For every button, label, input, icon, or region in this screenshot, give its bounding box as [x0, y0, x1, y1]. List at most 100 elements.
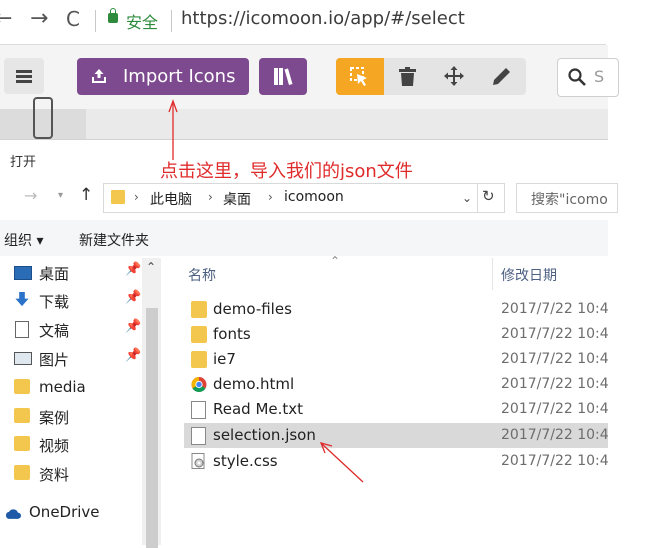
- cloud-icon: [6, 509, 21, 519]
- trash-icon: [399, 67, 416, 86]
- folder-icon: [14, 379, 30, 394]
- nav-item-label: OneDrive: [29, 503, 100, 521]
- hamburger-icon: [16, 75, 32, 78]
- nav-item-label: 案例: [39, 409, 70, 427]
- mobile-icon: [33, 97, 53, 139]
- pencil-icon: [493, 68, 510, 85]
- breadcrumb-icomoon[interactable]: icomoon: [284, 189, 344, 205]
- file-date: 2017/7/22 10:4: [501, 301, 609, 317]
- reload-icon[interactable]: C: [66, 7, 80, 31]
- file-date: 2017/7/22 10:4: [501, 401, 609, 417]
- column-divider[interactable]: [492, 258, 493, 290]
- url-field[interactable]: https://icomoon.io/app/#/select: [181, 8, 465, 29]
- file-row[interactable]: Read Me.txt 2017/7/22 10:4: [184, 397, 609, 422]
- download-icon: [15, 292, 29, 307]
- pin-icon[interactable]: 📌: [125, 348, 141, 363]
- file-row[interactable]: demo-files 2017/7/22 10:4: [184, 297, 609, 322]
- address-divider: [95, 10, 96, 32]
- breadcrumb[interactable]: › 此电脑 › 桌面 › icomoon ⌄ ↻: [103, 183, 505, 213]
- nav-item-label: media: [39, 378, 86, 396]
- picture-icon: [14, 352, 32, 365]
- explorer-search-placeholder: 搜索"icomo: [531, 192, 608, 208]
- back-arrow-icon[interactable]: →: [24, 186, 37, 205]
- file-row[interactable]: style.css 2017/7/22 10:4: [184, 449, 609, 474]
- file-name: selection.json: [213, 426, 316, 444]
- nav-item-label: 文稿: [39, 322, 70, 340]
- sort-caret-icon: ⌃: [330, 254, 341, 268]
- browser-address-bar: ← → C 安全 https://icomoon.io/app/#/select: [0, 0, 606, 45]
- scroll-up-icon[interactable]: ⌃: [146, 260, 156, 274]
- new-folder-button[interactable]: 新建文件夹: [79, 230, 149, 250]
- refresh-icon[interactable]: ↻: [482, 187, 495, 205]
- back-arrow-icon[interactable]: ←: [0, 6, 12, 31]
- hamburger-icon: [16, 80, 32, 83]
- chevron-right-icon: ›: [134, 190, 139, 204]
- nav-item-documents[interactable]: 文稿 📌: [0, 315, 141, 343]
- file-name: Read Me.txt: [213, 400, 304, 418]
- chevron-down-icon[interactable]: ⌄: [462, 191, 472, 205]
- file-date: 2017/7/22 10:4: [501, 326, 609, 342]
- library-button[interactable]: [259, 58, 307, 95]
- breadcrumb-desktop[interactable]: 桌面: [223, 189, 251, 209]
- file-row[interactable]: demo.html 2017/7/22 10:4: [184, 372, 609, 397]
- breadcrumb-this-pc[interactable]: 此电脑: [150, 189, 192, 209]
- folder-icon: [14, 408, 30, 423]
- text-file-icon: [191, 401, 206, 419]
- delete-tool-button[interactable]: [384, 58, 431, 95]
- import-icons-button[interactable]: Import Icons: [77, 58, 249, 95]
- up-arrow-icon[interactable]: ↑: [79, 185, 93, 205]
- chrome-icon: [191, 377, 207, 392]
- nav-item-media[interactable]: media: [0, 373, 140, 401]
- pin-icon[interactable]: 📌: [125, 290, 141, 305]
- json-file-icon: [191, 427, 206, 445]
- nav-item-label: 视频: [39, 437, 70, 455]
- file-row[interactable]: fonts 2017/7/22 10:4: [184, 322, 609, 347]
- nav-item-cases[interactable]: 案例: [0, 402, 140, 430]
- secure-label: 安全: [126, 13, 159, 32]
- nav-item-onedrive[interactable]: OneDrive: [0, 498, 140, 526]
- icon-search-placeholder: S: [594, 67, 605, 86]
- recent-dropdown-icon[interactable]: ▾: [58, 190, 63, 201]
- file-row-selected[interactable]: selection.json 2017/7/22 10:4: [184, 423, 609, 448]
- file-name: demo.html: [213, 375, 295, 393]
- explorer-search-input[interactable]: 搜索"icomo: [516, 183, 618, 213]
- forward-arrow-icon[interactable]: →: [30, 6, 48, 31]
- nav-item-pictures[interactable]: 图片 📌: [0, 344, 141, 372]
- folder-icon: [191, 351, 207, 368]
- edit-tool-button[interactable]: [478, 58, 525, 95]
- pin-icon[interactable]: 📌: [125, 319, 141, 334]
- nav-item-materials[interactable]: 资料: [0, 459, 140, 487]
- file-date: 2017/7/22 10:4: [501, 351, 609, 367]
- search-icon: [568, 68, 586, 86]
- select-tool-button[interactable]: [336, 58, 384, 95]
- icon-set-cell[interactable]: [0, 97, 86, 139]
- css-file-icon: [191, 453, 205, 469]
- file-row[interactable]: ie7 2017/7/22 10:4: [184, 347, 609, 372]
- file-date: 2017/7/22 10:4: [501, 427, 609, 443]
- tool-group: [336, 58, 526, 95]
- nav-item-label: 资料: [39, 466, 70, 484]
- scrollbar-thumb[interactable]: [146, 308, 158, 548]
- column-header-name[interactable]: 名称: [188, 265, 216, 285]
- file-list: ⌃ 名称 修改日期 demo-files 2017/7/22 10:4 font…: [172, 254, 609, 545]
- nav-item-desktop[interactable]: 桌面 📌: [0, 258, 141, 286]
- nav-item-videos[interactable]: 视频: [0, 430, 140, 458]
- library-icon: [274, 68, 293, 85]
- icomoon-toolbar: Import Icons S: [0, 45, 619, 109]
- move-tool-button[interactable]: [431, 58, 478, 95]
- hamburger-icon: [16, 70, 32, 73]
- organize-menu[interactable]: 组织 ▾: [4, 230, 43, 250]
- desktop-icon: [14, 266, 32, 280]
- file-date: 2017/7/22 10:4: [501, 376, 609, 392]
- nav-item-downloads[interactable]: 下载 📌: [0, 286, 141, 314]
- explorer-command-bar: 组织 ▾ 新建文件夹: [0, 220, 608, 256]
- navigation-pane: 桌面 📌 下载 📌 文稿 📌 图片 📌 media 案例 视频 资料 OneDr…: [0, 258, 161, 548]
- nav-scrollbar[interactable]: ⌃: [142, 258, 161, 548]
- folder-icon: [14, 436, 30, 451]
- folder-icon: [14, 465, 30, 480]
- folder-icon: [191, 326, 207, 343]
- column-header-date[interactable]: 修改日期: [501, 265, 557, 285]
- pin-icon[interactable]: 📌: [125, 262, 141, 277]
- menu-button[interactable]: [4, 58, 44, 94]
- icon-search-input[interactable]: S: [557, 58, 619, 97]
